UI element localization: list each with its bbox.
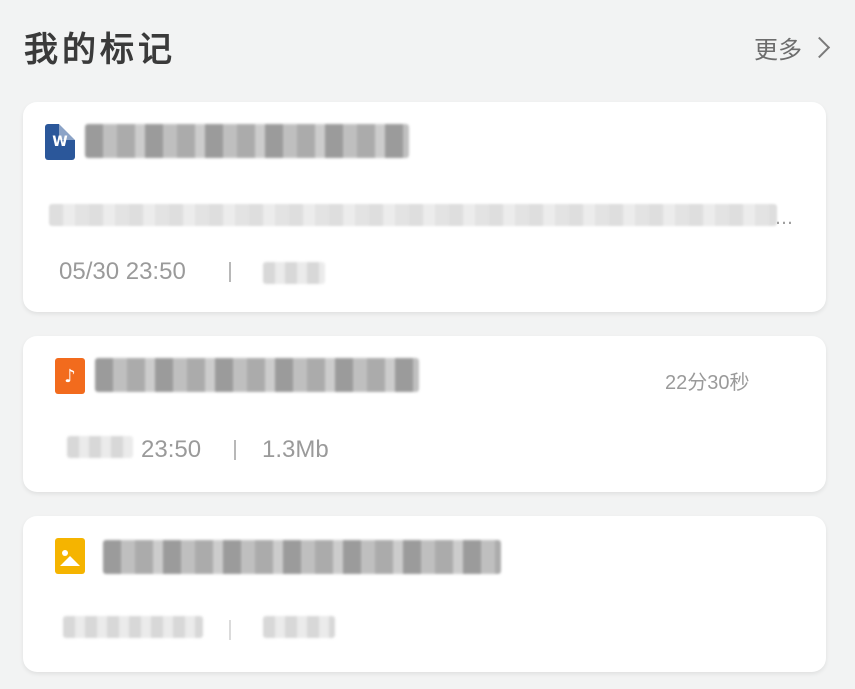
word-doc-icon: W bbox=[45, 124, 75, 160]
item-title bbox=[103, 540, 501, 574]
more-label: 更多 bbox=[754, 36, 802, 64]
meta-divider bbox=[229, 262, 231, 282]
item-meta-blurred bbox=[263, 616, 335, 638]
preview-ellipsis: … bbox=[775, 208, 793, 229]
item-time: 23:50 bbox=[141, 436, 202, 463]
image-file-icon bbox=[55, 538, 85, 574]
marked-item-card[interactable] bbox=[23, 516, 826, 672]
item-title bbox=[95, 358, 419, 392]
audio-file-icon: ♪ bbox=[55, 358, 85, 394]
item-date-blurred bbox=[67, 436, 133, 458]
marked-item-card[interactable]: ♪ 22分30秒 23:50 1.3Mb bbox=[23, 336, 826, 492]
item-size: 1.3Mb bbox=[262, 436, 329, 463]
item-meta-blurred bbox=[263, 262, 325, 284]
page-title: 我的标记 bbox=[24, 30, 176, 70]
item-date-blurred bbox=[63, 616, 203, 638]
marked-item-card[interactable]: W … 05/30 23:50 bbox=[23, 102, 826, 312]
audio-duration: 22分30秒 bbox=[665, 372, 750, 394]
item-title bbox=[85, 124, 409, 158]
chevron-right-icon bbox=[808, 36, 831, 59]
item-timestamp: 05/30 23:50 bbox=[59, 258, 186, 285]
meta-divider bbox=[234, 440, 236, 460]
section-header: 我的标记 更多 bbox=[0, 0, 855, 90]
item-preview-text bbox=[49, 204, 777, 226]
meta-divider bbox=[229, 620, 231, 640]
more-button[interactable]: 更多 bbox=[754, 30, 831, 65]
